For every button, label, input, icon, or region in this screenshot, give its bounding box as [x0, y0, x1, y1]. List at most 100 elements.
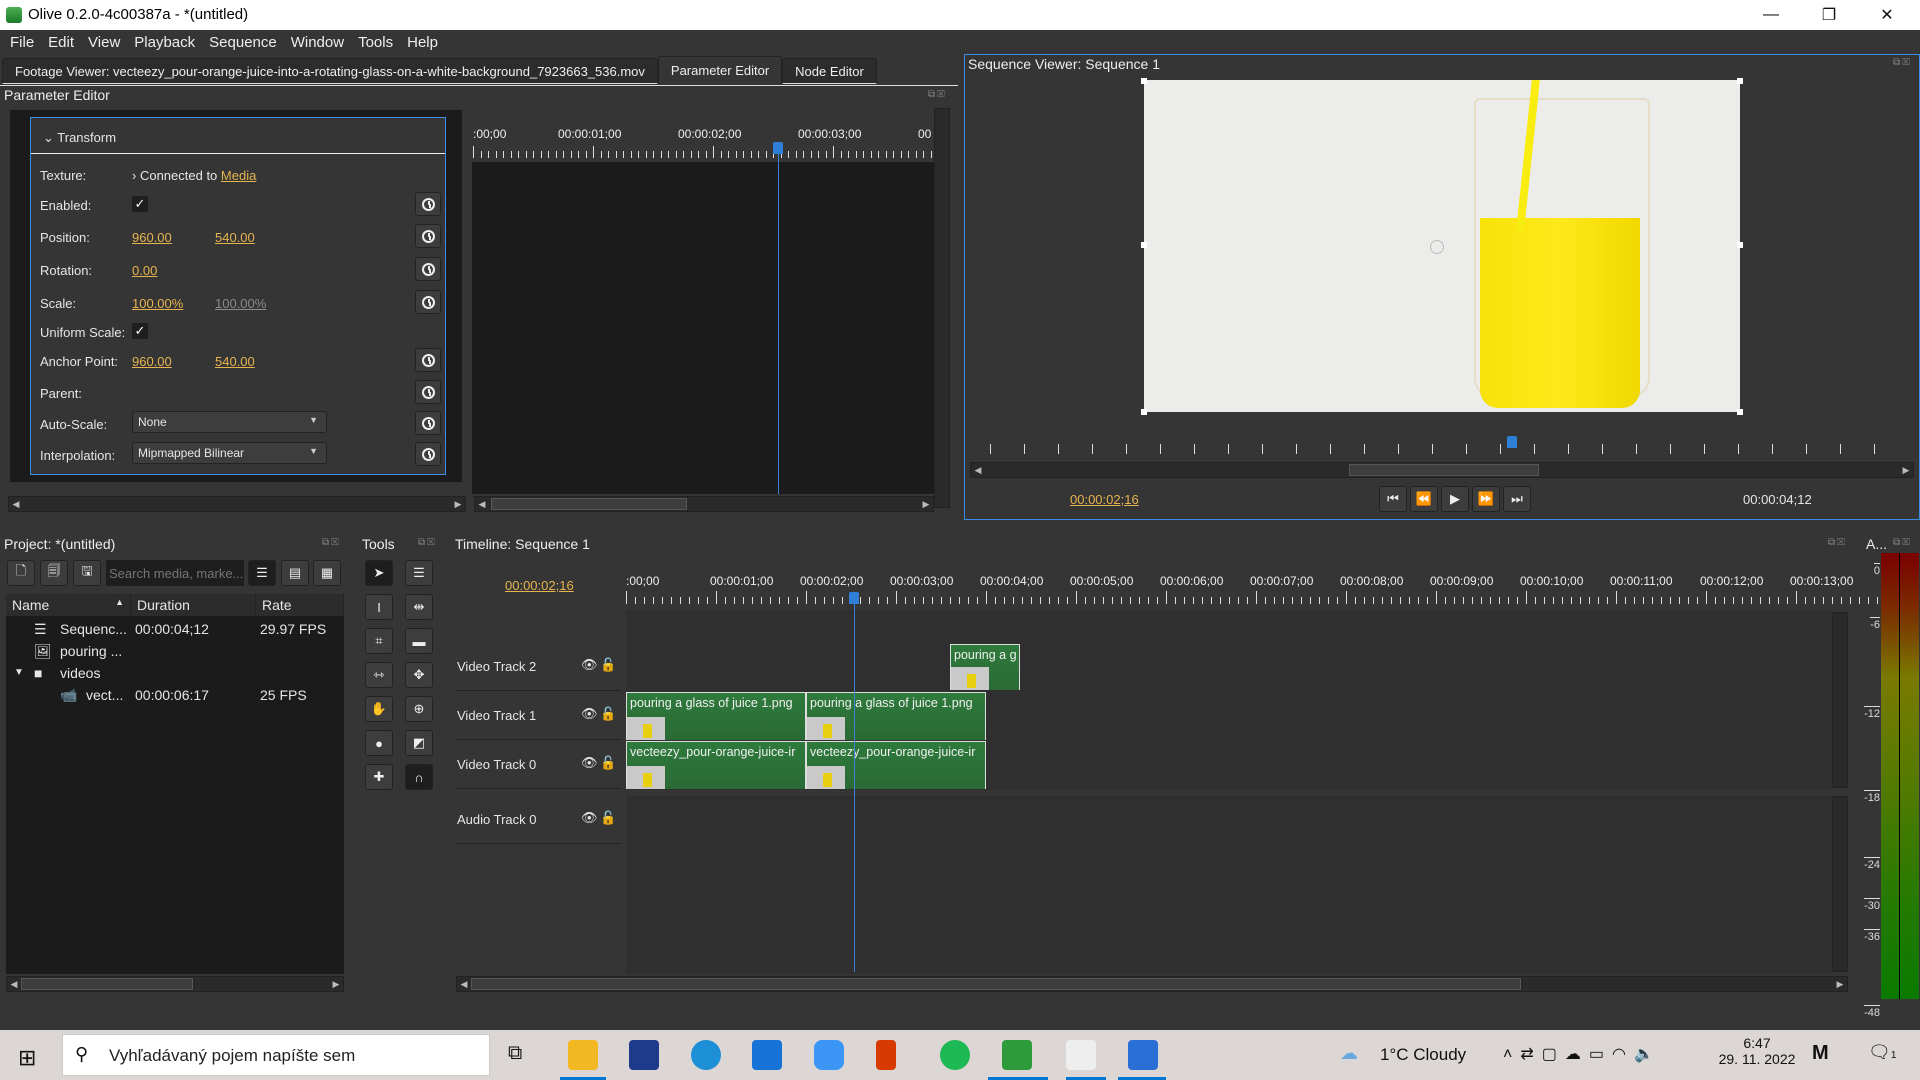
transform-handle[interactable] [1141, 78, 1147, 84]
timeline-clip[interactable]: vecteezy_pour-orange-juice-ir [806, 741, 986, 789]
keyframe-toggle-parent[interactable] [415, 380, 441, 404]
new-button[interactable]: 🗋 [7, 560, 35, 586]
scroll-left-icon[interactable]: ◀ [971, 463, 985, 477]
viewer-hscrollbar[interactable]: ◀ ▶ [970, 462, 1914, 478]
tree-view-button[interactable]: ☰ [248, 560, 276, 586]
add-tool[interactable]: ✚ [365, 764, 393, 790]
hand-tool[interactable]: ✋ [365, 696, 393, 722]
lock-icon[interactable]: 🔓 [600, 810, 616, 826]
scroll-right-icon[interactable]: ▶ [1899, 463, 1913, 477]
audio-tracks-area[interactable] [626, 796, 1832, 974]
play-button[interactable]: ▶ [1441, 486, 1469, 512]
timeline-ruler[interactable]: :00;00 00:00:01;00 00:00:02;00 00:00:03;00 0… [626, 574, 1914, 608]
razor-tool[interactable]: ▬ [405, 628, 433, 654]
microsoft-store-icon[interactable] [629, 1040, 659, 1070]
project-item[interactable]: ☰ Sequenc... 00:00:04;12 29.97 FPS [6, 618, 344, 640]
go-to-start-button[interactable]: ⏮ [1379, 486, 1407, 512]
lock-icon[interactable]: 🔓 [600, 755, 616, 771]
timeline-playhead[interactable] [849, 592, 859, 604]
project-search-input[interactable] [106, 560, 244, 586]
go-to-end-button[interactable]: ⏭ [1503, 486, 1531, 512]
viewer-playhead[interactable] [1507, 436, 1517, 448]
media-link[interactable]: Media [221, 168, 256, 183]
lock-icon[interactable]: 🔓 [600, 706, 616, 722]
kf-playhead[interactable] [773, 142, 783, 154]
clock[interactable]: 6:47 29. 11. 2022 [1714, 1035, 1800, 1067]
record-tool[interactable]: ● [365, 730, 393, 756]
tab-parameter-editor[interactable]: Parameter Editor [657, 56, 783, 84]
anchor-crosshair-icon[interactable] [1430, 240, 1444, 254]
video-frame[interactable] [1144, 80, 1740, 412]
office-icon[interactable] [876, 1040, 896, 1070]
rotation-field[interactable]: 0.00 [132, 263, 157, 278]
keyframe-toggle-scale[interactable] [415, 290, 441, 314]
scroll-left-icon[interactable]: ◀ [475, 497, 489, 511]
menu-help[interactable]: Help [401, 34, 446, 51]
expand-chevron-icon[interactable]: › [132, 168, 140, 183]
fast-forward-button[interactable]: ⏩ [1472, 486, 1500, 512]
menu-view[interactable]: View [82, 34, 128, 51]
system-tray-icons[interactable]: ˄⇄▢☁▭◠🔈 [1503, 1044, 1662, 1064]
tab-node-editor[interactable]: Node Editor [782, 58, 877, 84]
project-item[interactable]: 📹 vect... 00:00:06:17 25 FPS [6, 684, 344, 706]
chat-app-icon[interactable] [814, 1040, 844, 1070]
viewer-current-time[interactable]: 00:00:02;16 [1070, 492, 1139, 507]
scroll-right-icon[interactable]: ▶ [1833, 977, 1847, 991]
kf-ruler-ticks[interactable] [473, 146, 932, 158]
keyframe-toggle-anchor[interactable] [415, 348, 441, 372]
panel-float-close-icons[interactable]: ⧉☒ [1893, 537, 1917, 551]
scale-x-field[interactable]: 100.00% [132, 296, 183, 311]
menu-edit[interactable]: Edit [42, 34, 82, 51]
panel-float-close-icons[interactable]: ⧉☒ [1893, 57, 1917, 71]
taskbar-search-box[interactable]: ⚲ Vyhľadávaný pojem napíšte sem [62, 1034, 490, 1076]
project-item[interactable]: 🖼 pouring ... [6, 640, 344, 662]
panel-float-close-icons[interactable]: ⧉☒ [928, 89, 952, 103]
task-view-icon[interactable]: ⧉ [508, 1042, 522, 1065]
file-explorer-icon[interactable] [568, 1040, 598, 1070]
menu-window[interactable]: Window [285, 34, 352, 51]
anchor-y-field[interactable]: 540.00 [215, 354, 255, 369]
keyframe-toggle-position[interactable] [415, 224, 441, 248]
menu-sequence[interactable]: Sequence [203, 34, 285, 51]
menu-file[interactable]: File [4, 34, 42, 51]
scroll-left-icon[interactable]: ◀ [7, 977, 21, 991]
windows-start-icon[interactable]: ⊞ [18, 1045, 36, 1071]
anchor-x-field[interactable]: 960.00 [132, 354, 172, 369]
panel-float-close-icons[interactable]: ⧉☒ [1828, 537, 1852, 551]
eye-icon[interactable]: 👁 [581, 755, 598, 771]
snapping-toggle[interactable]: ∩ [405, 764, 433, 790]
icon-view-button[interactable]: ▦ [313, 560, 341, 586]
timeline-clip[interactable]: pouring a glass of juice 1.png [806, 692, 986, 740]
position-y-field[interactable]: 540.00 [215, 230, 255, 245]
eye-icon[interactable]: 👁 [581, 657, 598, 673]
auto-scale-dropdown[interactable]: None ▼ [132, 411, 327, 433]
param-hscrollbar[interactable]: ◀ ▶ [8, 496, 466, 512]
transform-handle[interactable] [1737, 78, 1743, 84]
project-item[interactable]: ▼ ■ videos [6, 662, 344, 684]
interpolation-dropdown[interactable]: Mipmapped Bilinear ▼ [132, 442, 327, 464]
keyframe-canvas[interactable] [472, 162, 934, 494]
viewer-ruler-ticks[interactable] [990, 436, 1890, 454]
expand-arrow-icon[interactable]: ▼ [14, 667, 24, 678]
transform-handle[interactable] [1737, 242, 1743, 248]
m-app-icon[interactable]: M [1812, 1042, 1829, 1065]
transform-header[interactable]: ⌄ Transform [31, 118, 445, 154]
list-view-button[interactable]: ▤ [281, 560, 309, 586]
scroll-left-icon[interactable]: ◀ [457, 977, 471, 991]
photos-icon[interactable] [1128, 1040, 1158, 1070]
video-tracks-vscrollbar[interactable] [1832, 612, 1848, 788]
uniform-scale-checkbox[interactable]: ✓ [132, 323, 148, 339]
timeline-clip[interactable]: vecteezy_pour-orange-juice-ir [626, 741, 806, 789]
scale-y-field[interactable]: 100.00% [215, 296, 266, 311]
column-name[interactable]: Name ▲ [6, 594, 131, 616]
notification-center-icon[interactable]: 🗨1 [1868, 1042, 1896, 1063]
eye-icon[interactable]: 👁 [581, 810, 598, 826]
panel-float-close-icons[interactable]: ⧉☒ [418, 537, 442, 551]
keyframe-toggle-rotation[interactable] [415, 257, 441, 281]
menu-playback[interactable]: Playback [128, 34, 203, 51]
edit-tool[interactable]: I [365, 594, 393, 620]
keyframe-toggle-autoscale[interactable] [415, 411, 441, 435]
edge-icon[interactable] [691, 1040, 721, 1070]
minimize-button[interactable]: — [1742, 0, 1800, 30]
gimp-icon[interactable] [1066, 1040, 1096, 1070]
